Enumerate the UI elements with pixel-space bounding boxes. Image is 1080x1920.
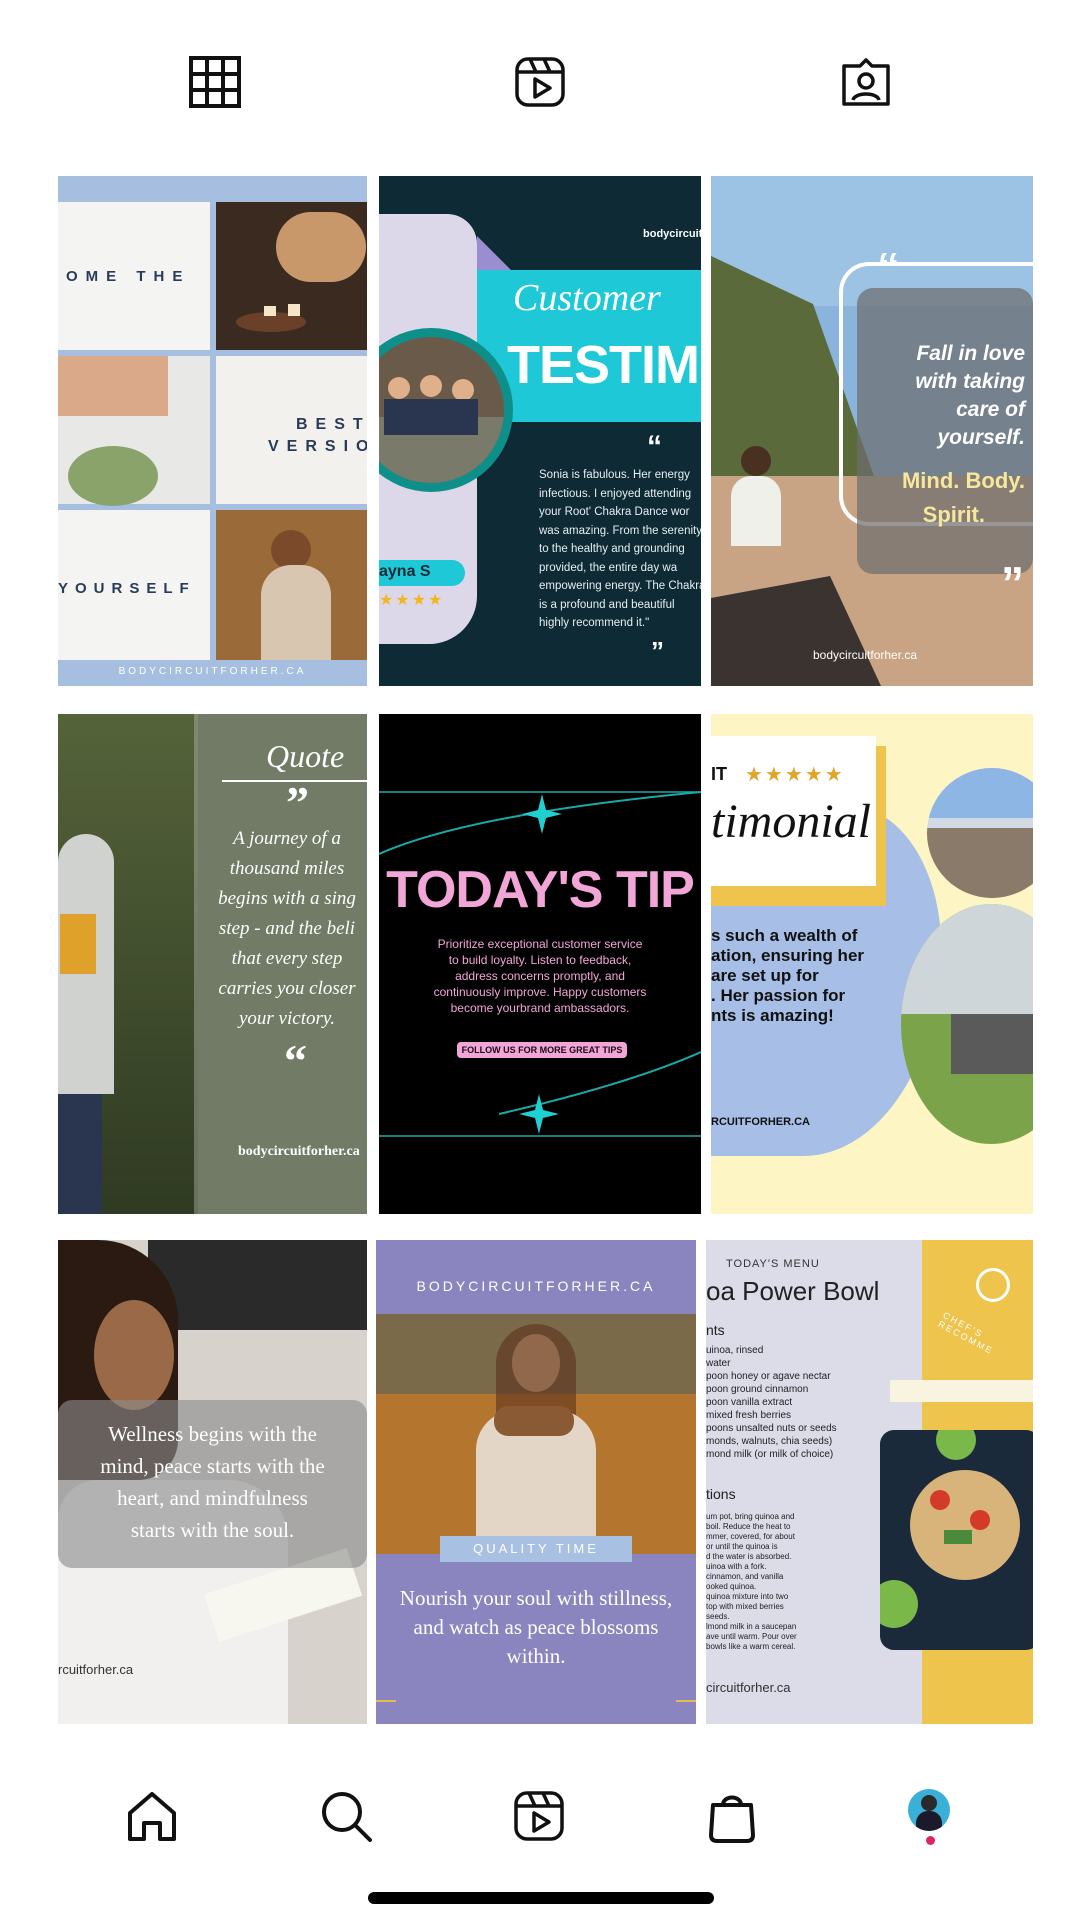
post7-text: Wellness begins with the mind, peace sta… [100,1422,325,1542]
post-tile-1[interactable]: OME THE BEST VERSIO YOURSELF BODYCIRCUIT… [58,176,367,686]
post4-quote-open: ” [286,777,309,828]
post6-top: IT [711,764,727,784]
post4-heading: Quote [266,738,345,774]
post3-quote-mark-bottom: ” [1001,557,1024,609]
post-tile-3[interactable]: “ ” Fall in love with taking care of you… [711,176,1033,686]
post-tile-8[interactable]: BODYCIRCUITFORHER.CA QUALITY TIME Nouris… [376,1240,696,1724]
post-tile-6[interactable]: IT ★★★★★ timonial s such a wealth of ati… [711,714,1033,1214]
bottom-nav [0,1780,1080,1870]
post2-brand: bodycircuitf [643,228,701,240]
post6-brand: RCUITFORHER.CA [711,1116,810,1128]
post3-accent: Mind. Body. Spirit. [901,468,1025,527]
tab-posts-grid[interactable] [183,50,247,114]
post4-lines: A journey of a thousand miles begins wit… [218,828,356,1029]
post8-tag: QUALITY TIME [440,1536,632,1562]
post2-script: Customer [513,277,661,319]
post9-title: oa Power Bowl [706,1276,880,1306]
grid-icon [189,56,241,108]
post2-title: TESTIMONI [507,335,701,395]
nav-home[interactable] [116,1780,188,1852]
profile-avatar [908,1789,950,1831]
search-icon [322,1792,372,1842]
post-tile-9[interactable]: CHEF'S RECOMME TODAY'S MENU oa Power Bow… [706,1240,1033,1724]
nav-reels[interactable] [503,1780,575,1852]
post-tile-4[interactable]: Quote ” A journey of a thousand miles be… [58,714,367,1214]
post9-ingredients: uinoa, rinsed water poon honey or agave … [706,1345,837,1460]
post1-word-3: VERSIO [268,438,367,455]
post9-ingredients-heading: nts [706,1322,725,1338]
post3-brand: bodycircuitforher.ca [813,648,918,662]
post3-quote-mark-top: “ [877,243,900,295]
tagged-icon [842,58,890,106]
post6-body: s such a wealth of ation, ensuring her a… [711,926,865,1025]
home-indicator [368,1892,714,1904]
post6-stars: ★★★★★ [745,764,845,786]
post-tile-5[interactable]: TODAY'S TIP Prioritize exceptional custo… [379,714,701,1214]
post2-name-badge: ayna S [379,560,465,586]
post9-brand: circuitforher.ca [706,1680,791,1695]
post1-footer: BODYCIRCUITFORHER.CA [118,666,307,677]
shop-icon [709,1795,755,1843]
post8-text: Nourish your soul with stillness, and wa… [399,1586,673,1668]
chef-badge-icon [976,1268,1010,1302]
post8-brand: BODYCIRCUITFORHER.CA [416,1278,656,1294]
post6-script: timonial [711,795,872,848]
tab-reels[interactable] [508,50,572,114]
post2-quote-open: “ [647,430,662,463]
reels-icon [514,1791,564,1841]
post1-word-1: OME THE [66,268,191,285]
notification-dot [926,1836,935,1845]
post5-body: Prioritize exceptional customer service … [433,937,647,1015]
tab-tagged[interactable] [834,50,898,114]
post1-word-2: BEST [296,416,367,433]
post-tile-7[interactable]: Wellness begins with the mind, peace sta… [58,1240,367,1724]
nav-search[interactable] [310,1780,382,1852]
post2-quote-close: ” [651,636,664,666]
post9-instructions-heading: tions [706,1486,736,1502]
post2-name: ayna S [379,563,431,580]
post2-stars: ★★★★ [379,592,445,609]
post2-body: Sonia is fabulous. Her energy infectious… [539,469,701,629]
post4-brand: bodycircuitforher.ca [238,1144,360,1159]
post-tile-2[interactable]: bodycircuitf Customer TESTIMONI “ Sonia … [379,176,701,686]
nav-shop[interactable] [696,1780,768,1852]
post7-brand: rcuitforher.ca [58,1662,134,1677]
home-icon [128,1792,176,1841]
post5-title: TODAY'S TIP [386,861,695,919]
post9-eyebrow: TODAY'S MENU [726,1258,820,1270]
reels-icon [515,57,565,107]
post4-quote-close: “ [284,1035,307,1086]
post1-word-4: YOURSELF [58,580,196,597]
post9-instructions: um pot, bring quinoa and boil. Reduce th… [706,1512,797,1651]
post3-text: Fall in love with taking care of yoursel… [915,342,1025,449]
profile-tab-bar [0,40,1080,120]
post5-cta: FOLLOW US FOR MORE GREAT TIPS [457,1042,627,1058]
